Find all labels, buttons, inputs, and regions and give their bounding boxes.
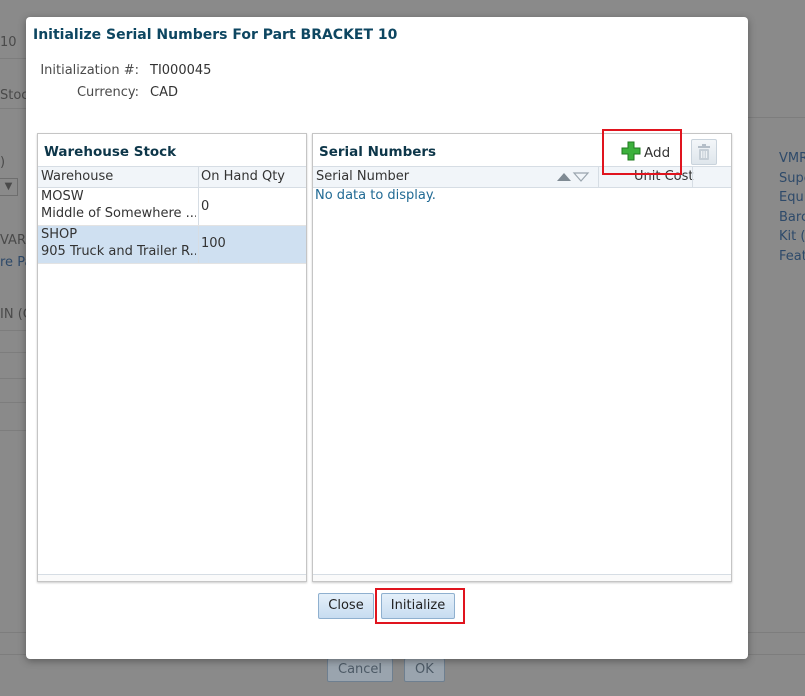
bg-side-link-4: Kit (	[779, 229, 805, 244]
warehouse-stock-title: Warehouse Stock	[44, 144, 177, 160]
initialization-number-label: Initialization #:	[40, 63, 139, 78]
bg-field-fragment: 10	[0, 35, 17, 50]
add-button-highlight	[602, 129, 682, 175]
serial-number-column-header[interactable]: Serial Number	[316, 169, 409, 184]
warehouse-code: SHOP	[41, 227, 78, 242]
bg-cancel-button: Cancel	[327, 658, 394, 682]
bg-paren-fragment: )	[0, 155, 6, 170]
serial-numbers-title: Serial Numbers	[319, 144, 437, 160]
initialize-serial-dialog: Initialize Serial Numbers For Part BRACK…	[26, 17, 748, 659]
warehouse-panel-footer	[38, 574, 306, 581]
no-data-message: No data to display.	[315, 188, 436, 203]
warehouse-column-header[interactable]: Warehouse	[41, 169, 113, 184]
warehouse-code: MOSW	[41, 189, 84, 204]
bg-side-link-3: Barc	[779, 210, 805, 225]
initialize-button-highlight	[375, 588, 465, 624]
bg-ok-button: OK	[404, 658, 445, 682]
bg-side-link-2: Equi	[779, 190, 805, 205]
warehouse-name: 905 Truck and Trailer R...	[41, 244, 196, 259]
bg-side-link-5: Feat	[779, 249, 805, 264]
currency-label: Currency:	[76, 85, 139, 100]
initialization-number-value: TI000045	[150, 63, 212, 78]
on-hand-qty-column-header[interactable]: On Hand Qty	[201, 169, 285, 184]
bg-side-link-1: Supe	[779, 171, 805, 186]
on-hand-qty: 0	[201, 199, 210, 214]
currency-value: CAD	[150, 85, 178, 100]
warehouse-row-shop[interactable]: SHOP 905 Truck and Trailer R... 100	[38, 226, 306, 264]
warehouse-row-mosw[interactable]: MOSW Middle of Somewhere ... 0	[38, 188, 306, 226]
warehouse-stock-panel: Warehouse Stock Warehouse On Hand Qty MO…	[37, 133, 307, 582]
bg-dropdown-chevron: ▼	[0, 178, 18, 196]
sort-arrows-icon[interactable]	[556, 171, 590, 187]
bg-side-link-0: VMR	[779, 151, 805, 166]
delete-button[interactable]	[691, 139, 717, 165]
dialog-title: Initialize Serial Numbers For Part BRACK…	[33, 27, 398, 43]
warehouse-name: Middle of Somewhere ...	[41, 206, 196, 221]
trash-icon	[697, 144, 711, 164]
serial-numbers-panel: Serial Numbers Add Serial Number Unit Co…	[312, 133, 732, 582]
on-hand-qty: 100	[201, 236, 226, 251]
warehouse-grid-header: Warehouse On Hand Qty	[38, 166, 306, 188]
serial-panel-footer	[313, 574, 731, 581]
close-button[interactable]: Close	[318, 593, 374, 619]
